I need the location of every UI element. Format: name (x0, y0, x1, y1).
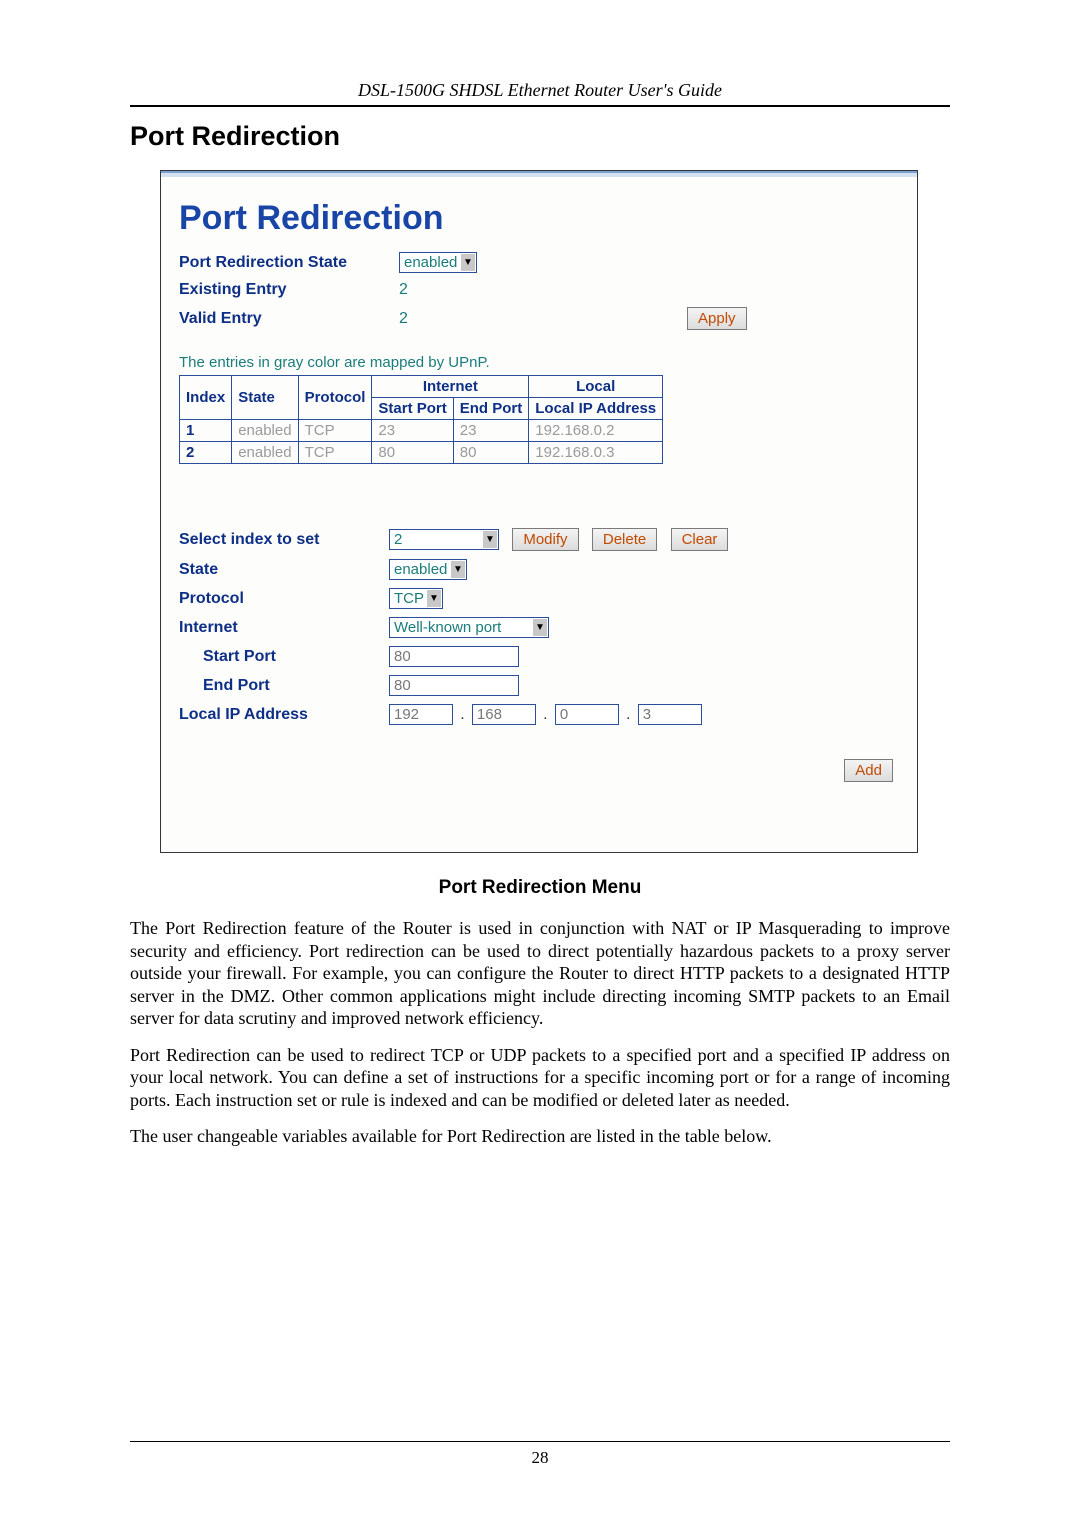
cell-proto: TCP (298, 420, 372, 442)
col-protocol: Protocol (298, 376, 372, 420)
page-footer: 28 (130, 1441, 950, 1468)
modify-button[interactable]: Modify (512, 528, 578, 551)
app-title: Port Redirection (179, 199, 899, 238)
ip-octet-4-input[interactable] (638, 704, 702, 725)
valid-entry-label: Valid Entry (179, 303, 399, 334)
state-select[interactable]: enabled ▼ (399, 252, 477, 273)
summary-table: Port Redirection State enabled ▼ Existin… (179, 248, 757, 334)
edit-form: Select index to set 2 ▼ Modify Delete (179, 524, 738, 729)
edit-state-label: State (179, 555, 389, 584)
state-select-control[interactable]: enabled (399, 252, 477, 273)
col-index: Index (180, 376, 232, 420)
cell-start: 23 (372, 420, 453, 442)
col-state: State (232, 376, 298, 420)
select-index-label: Select index to set (179, 524, 389, 555)
dot-separator: . (540, 706, 550, 724)
cell-index: 1 (180, 420, 232, 442)
body-paragraph: The Port Redirection feature of the Rout… (130, 917, 950, 1030)
end-port-input[interactable] (389, 675, 519, 696)
index-select-control[interactable]: 2 (389, 529, 499, 550)
port-redirection-panel: Port Redirection Port Redirection State … (160, 170, 918, 853)
edit-state-select[interactable]: enabled ▼ (389, 559, 467, 580)
index-select[interactable]: 2 ▼ (389, 529, 499, 550)
ip-octet-1-input[interactable] (389, 704, 453, 725)
protocol-select[interactable]: TCP ▼ (389, 588, 443, 609)
cell-ip: 192.168.0.2 (529, 420, 663, 442)
col-group-local: Local (529, 376, 663, 398)
col-start-port: Start Port (372, 398, 453, 420)
entries-table: Index State Protocol Internet Local Star… (179, 375, 663, 464)
internet-select[interactable]: Well-known port ▼ (389, 617, 549, 638)
start-port-input[interactable] (389, 646, 519, 667)
end-port-label: End Port (179, 671, 389, 700)
protocol-select-control[interactable]: TCP (389, 588, 443, 609)
table-row: 2 enabled TCP 80 80 192.168.0.3 (180, 442, 663, 464)
cell-state: enabled (232, 420, 298, 442)
state-label: Port Redirection State (179, 248, 399, 277)
body-paragraph: Port Redirection can be used to redirect… (130, 1044, 950, 1112)
valid-entry-value: 2 (399, 303, 487, 334)
cell-index: 2 (180, 442, 232, 464)
running-header: DSL-1500G SHDSL Ethernet Router User's G… (130, 80, 950, 101)
start-port-label: Start Port (179, 642, 389, 671)
page: DSL-1500G SHDSL Ethernet Router User's G… (0, 0, 1080, 1528)
footer-rule (130, 1441, 950, 1442)
protocol-label: Protocol (179, 584, 389, 613)
delete-button[interactable]: Delete (592, 528, 657, 551)
add-button[interactable]: Add (844, 759, 893, 782)
section-title: Port Redirection (130, 121, 950, 152)
table-row: 1 enabled TCP 23 23 192.168.0.2 (180, 420, 663, 442)
clear-button[interactable]: Clear (671, 528, 729, 551)
existing-entry-value: 2 (399, 277, 487, 303)
apply-button[interactable]: Apply (687, 307, 747, 330)
cell-start: 80 (372, 442, 453, 464)
figure-caption: Port Redirection Menu (130, 877, 950, 899)
edit-state-select-control[interactable]: enabled (389, 559, 467, 580)
cell-end: 80 (453, 442, 529, 464)
internet-label: Internet (179, 613, 389, 642)
upnp-note: The entries in gray color are mapped by … (179, 354, 899, 371)
col-group-internet: Internet (372, 376, 529, 398)
local-ip-label: Local IP Address (179, 700, 389, 729)
dot-separator: . (457, 706, 467, 724)
cell-end: 23 (453, 420, 529, 442)
dot-separator: . (623, 706, 633, 724)
header-rule (130, 105, 950, 107)
col-local-ip: Local IP Address (529, 398, 663, 420)
page-number: 28 (130, 1448, 950, 1468)
ip-octet-2-input[interactable] (472, 704, 536, 725)
ip-octet-3-input[interactable] (555, 704, 619, 725)
cell-ip: 192.168.0.3 (529, 442, 663, 464)
body-paragraph: The user changeable variables available … (130, 1125, 950, 1148)
existing-entry-label: Existing Entry (179, 277, 399, 303)
cell-proto: TCP (298, 442, 372, 464)
cell-state: enabled (232, 442, 298, 464)
col-end-port: End Port (453, 398, 529, 420)
internet-select-control[interactable]: Well-known port (389, 617, 549, 638)
